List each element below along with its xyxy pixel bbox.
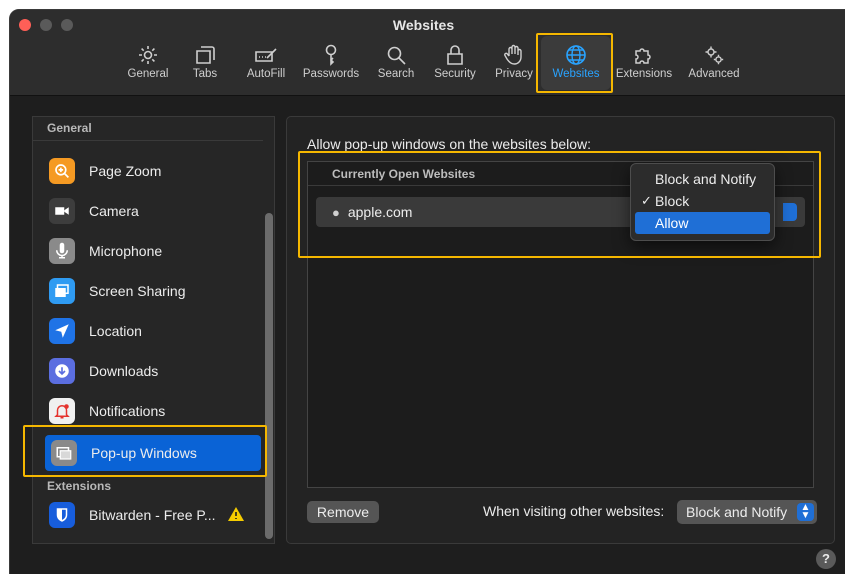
other-websites-value: Block and Notify bbox=[686, 504, 788, 520]
bell-icon bbox=[49, 398, 75, 424]
sidebar-item-bitwarden[interactable]: Bitwarden - Free P... bbox=[43, 497, 263, 533]
pencil-field-icon bbox=[240, 40, 292, 68]
sidebar-item-label: Location bbox=[89, 323, 142, 339]
sidebar-item-label: Camera bbox=[89, 203, 139, 219]
safari-settings-window: Websites General Tabs AutoFill Passwords bbox=[9, 9, 845, 574]
tab-extensions[interactable]: Extensions bbox=[612, 40, 676, 90]
title-bar: Websites General Tabs AutoFill Passwords bbox=[10, 10, 845, 96]
sidebar-item-microphone[interactable]: Microphone bbox=[43, 233, 263, 269]
sidebar-section-general: General bbox=[33, 121, 263, 141]
sidebar-item-notifications[interactable]: Notifications bbox=[43, 393, 263, 429]
sidebar-item-screen-sharing[interactable]: Screen Sharing bbox=[43, 273, 263, 309]
remove-button[interactable]: Remove bbox=[307, 501, 379, 523]
window-title: Websites bbox=[392, 17, 455, 33]
websites-sidebar: General Page Zoom Camera Microphone Scre… bbox=[32, 116, 275, 544]
sidebar-scrollbar[interactable] bbox=[265, 213, 273, 539]
sidebar-item-location[interactable]: Location bbox=[43, 313, 263, 349]
tab-security-label: Security bbox=[434, 68, 476, 80]
magnifier-plus-icon bbox=[49, 158, 75, 184]
panel-prompt: Allow pop-up windows on the websites bel… bbox=[307, 136, 592, 152]
tab-privacy-label: Privacy bbox=[495, 68, 533, 80]
lock-icon bbox=[429, 40, 481, 68]
tabs-icon bbox=[183, 40, 227, 68]
sidebar-item-label: Page Zoom bbox=[89, 163, 162, 179]
sidebar-item-camera[interactable]: Camera bbox=[43, 193, 263, 229]
menu-item-allow[interactable]: Allow bbox=[635, 212, 770, 234]
site-setting-menu: Block and Notify ✓ Block Allow bbox=[630, 163, 775, 241]
popup-windows-icon bbox=[51, 440, 77, 466]
tab-extensions-label: Extensions bbox=[615, 68, 673, 80]
warning-triangle-icon bbox=[227, 506, 244, 524]
tab-autofill-label: AutoFill bbox=[246, 68, 286, 80]
sidebar-item-label: Downloads bbox=[89, 363, 159, 379]
magnifier-icon bbox=[374, 40, 418, 68]
sidebar-item-label: Notifications bbox=[89, 403, 166, 419]
location-arrow-icon bbox=[49, 318, 75, 344]
sidebar-item-label: Screen Sharing bbox=[89, 283, 186, 299]
menu-item-label: Allow bbox=[655, 215, 689, 231]
tab-tabs[interactable]: Tabs bbox=[183, 40, 227, 90]
tab-search-label: Search bbox=[377, 68, 415, 80]
tab-websites[interactable]: Websites bbox=[544, 40, 608, 90]
sidebar-item-popup-windows[interactable]: Pop-up Windows bbox=[45, 435, 261, 471]
tab-autofill[interactable]: AutoFill bbox=[240, 40, 292, 90]
tab-passwords-label: Passwords bbox=[302, 68, 360, 80]
site-name: apple.com bbox=[347, 204, 413, 220]
help-button[interactable]: ? bbox=[816, 549, 836, 569]
key-icon bbox=[299, 40, 363, 68]
tab-passwords[interactable]: Passwords bbox=[299, 40, 363, 90]
screen-sharing-icon bbox=[49, 278, 75, 304]
tab-advanced[interactable]: Advanced bbox=[684, 40, 744, 90]
hand-icon bbox=[492, 40, 536, 68]
tab-search[interactable]: Search bbox=[374, 40, 418, 90]
menu-item-block-and-notify[interactable]: Block and Notify bbox=[635, 168, 770, 190]
tab-tabs-label: Tabs bbox=[192, 68, 218, 80]
menu-item-block[interactable]: ✓ Block bbox=[635, 190, 770, 212]
globe-icon bbox=[544, 40, 608, 68]
menu-item-label: Block and Notify bbox=[655, 171, 757, 187]
sidebar-item-downloads[interactable]: Downloads bbox=[43, 353, 263, 389]
sidebar-item-label: Pop-up Windows bbox=[91, 445, 197, 461]
sidebar-item-page-zoom[interactable]: Page Zoom bbox=[43, 153, 263, 189]
sidebar-section-extensions: Extensions bbox=[47, 479, 112, 493]
tab-websites-label: Websites bbox=[552, 68, 600, 80]
other-websites-select[interactable]: Block and Notify ▲ ▼ bbox=[677, 500, 817, 524]
other-websites-label: When visiting other websites: bbox=[483, 503, 665, 519]
tab-general-label: General bbox=[127, 68, 169, 80]
site-setting-popup[interactable] bbox=[783, 203, 797, 221]
checkmark-icon: ✓ bbox=[641, 193, 652, 208]
puzzle-icon bbox=[612, 40, 676, 68]
gear-icon bbox=[120, 40, 176, 68]
download-icon bbox=[49, 358, 75, 384]
apple-logo-icon: ● bbox=[332, 204, 340, 220]
sidebar-item-label: Bitwarden - Free P... bbox=[89, 507, 216, 523]
microphone-icon bbox=[49, 238, 75, 264]
tab-advanced-label: Advanced bbox=[688, 68, 740, 80]
tab-security[interactable]: Security bbox=[429, 40, 481, 90]
tab-privacy[interactable]: Privacy bbox=[492, 40, 536, 90]
camera-icon bbox=[49, 198, 75, 224]
gears-icon bbox=[684, 40, 744, 68]
tab-general[interactable]: General bbox=[120, 40, 176, 90]
chevron-updown-icon: ▲ ▼ bbox=[797, 503, 814, 521]
menu-item-label: Block bbox=[655, 193, 690, 209]
sidebar-item-label: Microphone bbox=[89, 243, 163, 259]
bitwarden-shield-icon bbox=[49, 502, 75, 528]
